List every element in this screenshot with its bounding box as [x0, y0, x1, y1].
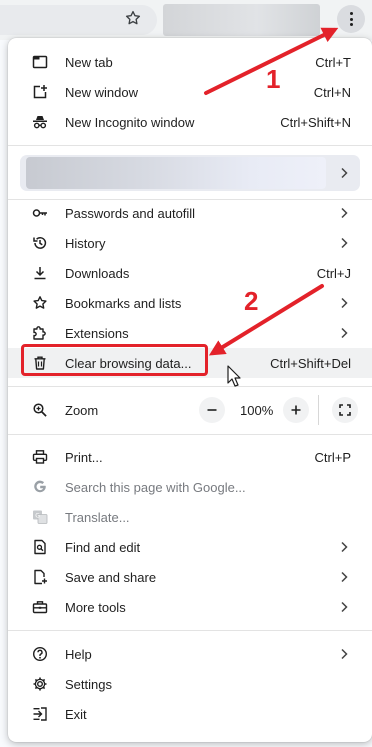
- menu-item-label: Exit: [65, 707, 87, 722]
- blurred-profile-name: [26, 157, 326, 189]
- star-icon: [33, 296, 47, 309]
- printer-icon: [32, 450, 48, 464]
- exit-icon: [33, 707, 47, 721]
- chevron-right-icon: [341, 297, 348, 309]
- toolbox-icon: [32, 601, 48, 614]
- menu-item-label: New window: [65, 85, 138, 100]
- menu-item-shortcut: Ctrl+T: [315, 55, 351, 70]
- browser-toolbar: [0, 0, 372, 40]
- incognito-icon: [33, 116, 47, 129]
- menu-item-exit[interactable]: Exit: [8, 699, 372, 729]
- menu-item-bookmarks-lists[interactable]: Bookmarks and lists: [8, 288, 372, 318]
- gear-icon: [33, 677, 47, 691]
- menu-item-new-tab[interactable]: New tab Ctrl+T: [8, 47, 372, 77]
- menu-item-label: New Incognito window: [65, 115, 195, 130]
- annotation-step-1: 1: [266, 64, 281, 94]
- zoom-out-button[interactable]: [199, 397, 225, 423]
- menu-item-label: Bookmarks and lists: [65, 296, 182, 311]
- menu-item-label: Passwords and autofill: [65, 206, 196, 221]
- menu-item-help[interactable]: Help: [8, 639, 372, 669]
- zoom-label: Zoom: [65, 403, 99, 418]
- menu-divider: [8, 434, 372, 435]
- menu-divider: [8, 386, 372, 387]
- annotation-highlight-box: [21, 344, 208, 376]
- menu-divider: [8, 630, 372, 631]
- new-tab-icon: [32, 55, 48, 69]
- menu-item-shortcut: Ctrl+Shift+Del: [270, 356, 351, 371]
- more-menu-button[interactable]: [337, 5, 365, 33]
- menu-item-label: Search this page with Google...: [65, 480, 246, 495]
- menu-item-search-with-google[interactable]: Search this page with Google...: [8, 472, 372, 502]
- menu-item-label: Extensions: [65, 326, 129, 341]
- menu-item-label: Find and edit: [65, 540, 141, 555]
- menu-item-new-incognito-window[interactable]: New Incognito window Ctrl+Shift+N: [8, 107, 372, 137]
- menu-divider: [8, 145, 372, 146]
- menu-item-translate[interactable]: G Translate...: [8, 502, 372, 532]
- menu-item-label: More tools: [65, 600, 126, 615]
- menu-item-passwords-autofill[interactable]: Passwords and autofill: [8, 198, 372, 228]
- translate-icon: G: [33, 510, 48, 524]
- chevron-right-icon: [341, 571, 348, 583]
- save-share-icon: [34, 569, 47, 585]
- profile-row[interactable]: [20, 155, 360, 191]
- zoom-divider: [318, 395, 319, 425]
- minus-icon: [207, 409, 217, 411]
- menu-item-find-and-edit[interactable]: Find and edit: [8, 532, 372, 562]
- menu-item-label: New tab: [65, 55, 113, 70]
- fullscreen-icon: [339, 404, 351, 416]
- download-icon: [34, 267, 46, 280]
- menu-item-label: Settings: [65, 677, 112, 692]
- menu-item-print[interactable]: Print... Ctrl+P: [8, 442, 372, 472]
- menu-item-label: Downloads: [65, 266, 130, 281]
- chevron-right-icon: [341, 327, 348, 339]
- help-icon: [32, 646, 48, 662]
- chevron-right-icon: [341, 601, 348, 613]
- menu-item-more-tools[interactable]: More tools: [8, 592, 372, 622]
- menu-item-label: History: [65, 236, 106, 251]
- blurred-profile-area: [163, 4, 320, 36]
- menu-item-label: Help: [65, 647, 92, 662]
- chevron-right-icon: [341, 648, 348, 660]
- menu-item-shortcut: Ctrl+N: [313, 85, 351, 100]
- menu-item-history[interactable]: History: [8, 228, 372, 258]
- chrome-main-menu: New tab Ctrl+T New window Ctrl+N New Inc…: [8, 38, 372, 742]
- key-icon: [32, 209, 47, 217]
- menu-item-shortcut: Ctrl+J: [316, 266, 351, 281]
- zoom-level: 100%: [240, 403, 274, 418]
- bookmark-star-icon[interactable]: [124, 9, 142, 27]
- chevron-right-icon: [341, 541, 348, 553]
- menu-item-shortcut: Ctrl+P: [314, 450, 351, 465]
- menu-item-label: Print...: [65, 450, 103, 465]
- menu-item-label: Translate...: [65, 510, 130, 525]
- menu-item-new-window[interactable]: New window Ctrl+N: [8, 77, 372, 107]
- google-icon: [34, 480, 46, 493]
- plus-icon: [291, 405, 301, 415]
- puzzle-icon: [33, 326, 46, 340]
- chevron-right-icon: [341, 237, 348, 249]
- find-icon: [34, 539, 46, 555]
- menu-item-downloads[interactable]: Downloads Ctrl+J: [8, 258, 372, 288]
- annotation-step-2: 2: [244, 286, 259, 316]
- zoom-icon: [33, 403, 47, 417]
- menu-item-save-and-share[interactable]: Save and share: [8, 562, 372, 592]
- svg-text:G: G: [35, 513, 40, 520]
- menu-item-shortcut: Ctrl+Shift+N: [280, 115, 351, 130]
- chevron-right-icon: [341, 207, 348, 219]
- menu-item-settings[interactable]: Settings: [8, 669, 372, 699]
- history-icon: [33, 237, 47, 249]
- fullscreen-button[interactable]: [332, 397, 358, 423]
- chevron-right-icon: [341, 167, 348, 179]
- zoom-in-button[interactable]: [283, 397, 309, 423]
- new-window-icon: [33, 85, 47, 99]
- menu-item-label: Save and share: [65, 570, 157, 585]
- zoom-row: Zoom 100%: [8, 395, 372, 425]
